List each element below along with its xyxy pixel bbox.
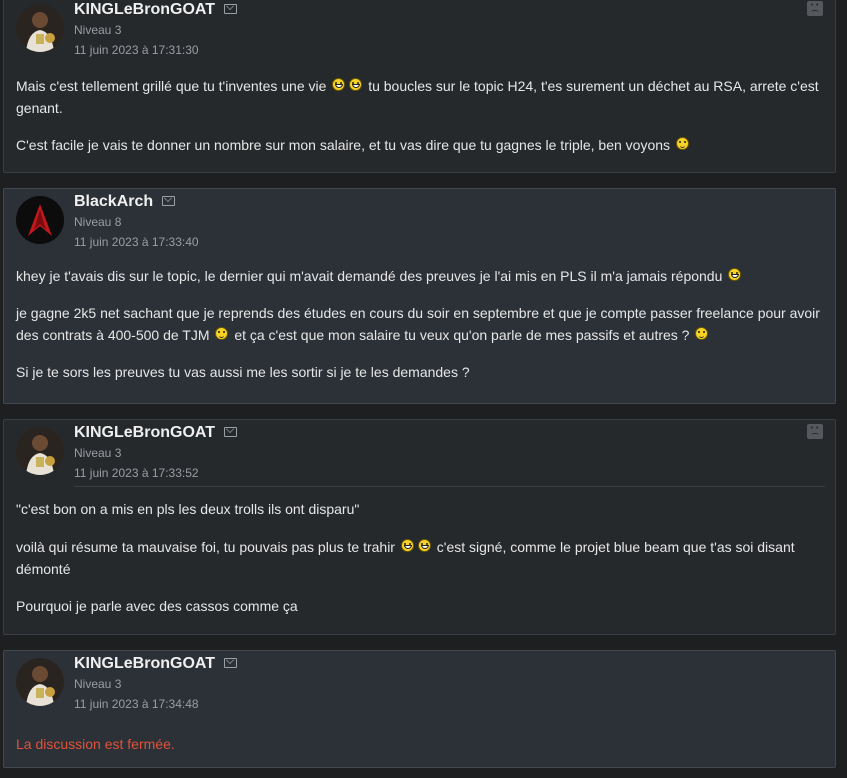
smiley-icon — [215, 327, 229, 340]
post-4: KINGLeBronGOAT Niveau 3 11 juin 2023 à 1… — [3, 650, 836, 768]
post-header: KINGLeBronGOAT Niveau 3 11 juin 2023 à 1… — [4, 0, 835, 63]
avatar[interactable] — [16, 196, 64, 244]
text: Mais c'est tellement grillé que tu t'inv… — [16, 78, 327, 94]
post-2: BlackArch Niveau 8 11 juin 2023 à 17:33:… — [3, 188, 836, 404]
post-body: La discussion est fermée. — [4, 717, 835, 755]
post-date[interactable]: 11 juin 2023 à 17:33:40 — [74, 235, 199, 249]
username[interactable]: KINGLeBronGOAT — [74, 424, 238, 442]
post-header: BlackArch Niveau 8 11 juin 2023 à 17:33:… — [4, 189, 835, 255]
username[interactable]: BlackArch — [74, 193, 176, 211]
user-level: Niveau 3 — [74, 446, 122, 460]
post-body: Mais c'est tellement grillé que tu t'inv… — [4, 63, 835, 156]
username[interactable]: KINGLeBronGOAT — [74, 1, 238, 19]
grin-icon — [332, 78, 346, 91]
post-paragraph: "c'est bon on a mis en pls les deux trol… — [16, 498, 823, 520]
post-paragraph: je gagne 2k5 net sachant que je reprends… — [16, 302, 823, 346]
username[interactable]: KINGLeBronGOAT — [74, 655, 238, 673]
text: "c'est bon on a mis en pls les deux trol… — [16, 501, 360, 517]
post-header: KINGLeBronGOAT Niveau 3 11 juin 2023 à 1… — [4, 420, 835, 487]
post-date[interactable]: 11 juin 2023 à 17:33:52 — [74, 466, 199, 480]
avatar[interactable] — [16, 427, 64, 475]
username-text[interactable]: KINGLeBronGOAT — [74, 655, 215, 672]
post-body: "c'est bon on a mis en pls les deux trol… — [4, 486, 835, 617]
sad-face-icon[interactable] — [807, 420, 823, 439]
avatar[interactable] — [16, 658, 64, 706]
text: C'est facile je vais te donner un nombre… — [16, 137, 671, 153]
post-body: khey je t'avais dis sur le topic, le der… — [4, 255, 835, 383]
post-paragraph: Si je te sors les preuves tu vas aussi m… — [16, 361, 823, 383]
post-paragraph: Mais c'est tellement grillé que tu t'inv… — [16, 75, 823, 119]
grin-icon — [417, 539, 431, 552]
sad-face-icon[interactable] — [807, 0, 823, 16]
grin-icon — [728, 268, 742, 281]
smiley-icon — [675, 137, 689, 150]
discussion-closed-notice: La discussion est fermée. — [16, 736, 175, 752]
post-paragraph: voilà qui résume ta mauvaise foi, tu pou… — [16, 536, 823, 580]
mail-icon[interactable] — [224, 3, 238, 14]
text: Si je te sors les preuves tu vas aussi m… — [16, 364, 470, 380]
post-date[interactable]: 11 juin 2023 à 17:34:48 — [74, 697, 199, 711]
post-date[interactable]: 11 juin 2023 à 17:31:30 — [74, 43, 199, 57]
user-level: Niveau 8 — [74, 215, 122, 229]
post-3: KINGLeBronGOAT Niveau 3 11 juin 2023 à 1… — [3, 419, 836, 635]
post-header: KINGLeBronGOAT Niveau 3 11 juin 2023 à 1… — [4, 651, 835, 717]
username-text[interactable]: KINGLeBronGOAT — [74, 424, 215, 441]
avatar[interactable] — [16, 4, 64, 52]
post-paragraph: Pourquoi je parle avec des cassos comme … — [16, 595, 823, 617]
text: khey je t'avais dis sur le topic, le der… — [16, 268, 723, 284]
post-paragraph: C'est facile je vais te donner un nombre… — [16, 134, 823, 156]
text: Pourquoi je parle avec des cassos comme … — [16, 598, 298, 614]
post-1: KINGLeBronGOAT Niveau 3 11 juin 2023 à 1… — [3, 0, 836, 173]
user-level: Niveau 3 — [74, 677, 122, 691]
text: et ça c'est que mon salaire tu veux qu'o… — [234, 327, 690, 343]
mail-icon[interactable] — [224, 426, 238, 437]
post-paragraph: khey je t'avais dis sur le topic, le der… — [16, 265, 823, 287]
username-text[interactable]: KINGLeBronGOAT — [74, 1, 215, 18]
grin-icon — [400, 539, 414, 552]
user-level: Niveau 3 — [74, 23, 122, 37]
divider — [74, 486, 825, 487]
username-text[interactable]: BlackArch — [74, 193, 153, 210]
mail-icon[interactable] — [162, 195, 176, 206]
text: voilà qui résume ta mauvaise foi, tu pou… — [16, 539, 395, 555]
smiley-icon — [695, 327, 709, 340]
mail-icon[interactable] — [224, 657, 238, 668]
grin-icon — [349, 78, 363, 91]
